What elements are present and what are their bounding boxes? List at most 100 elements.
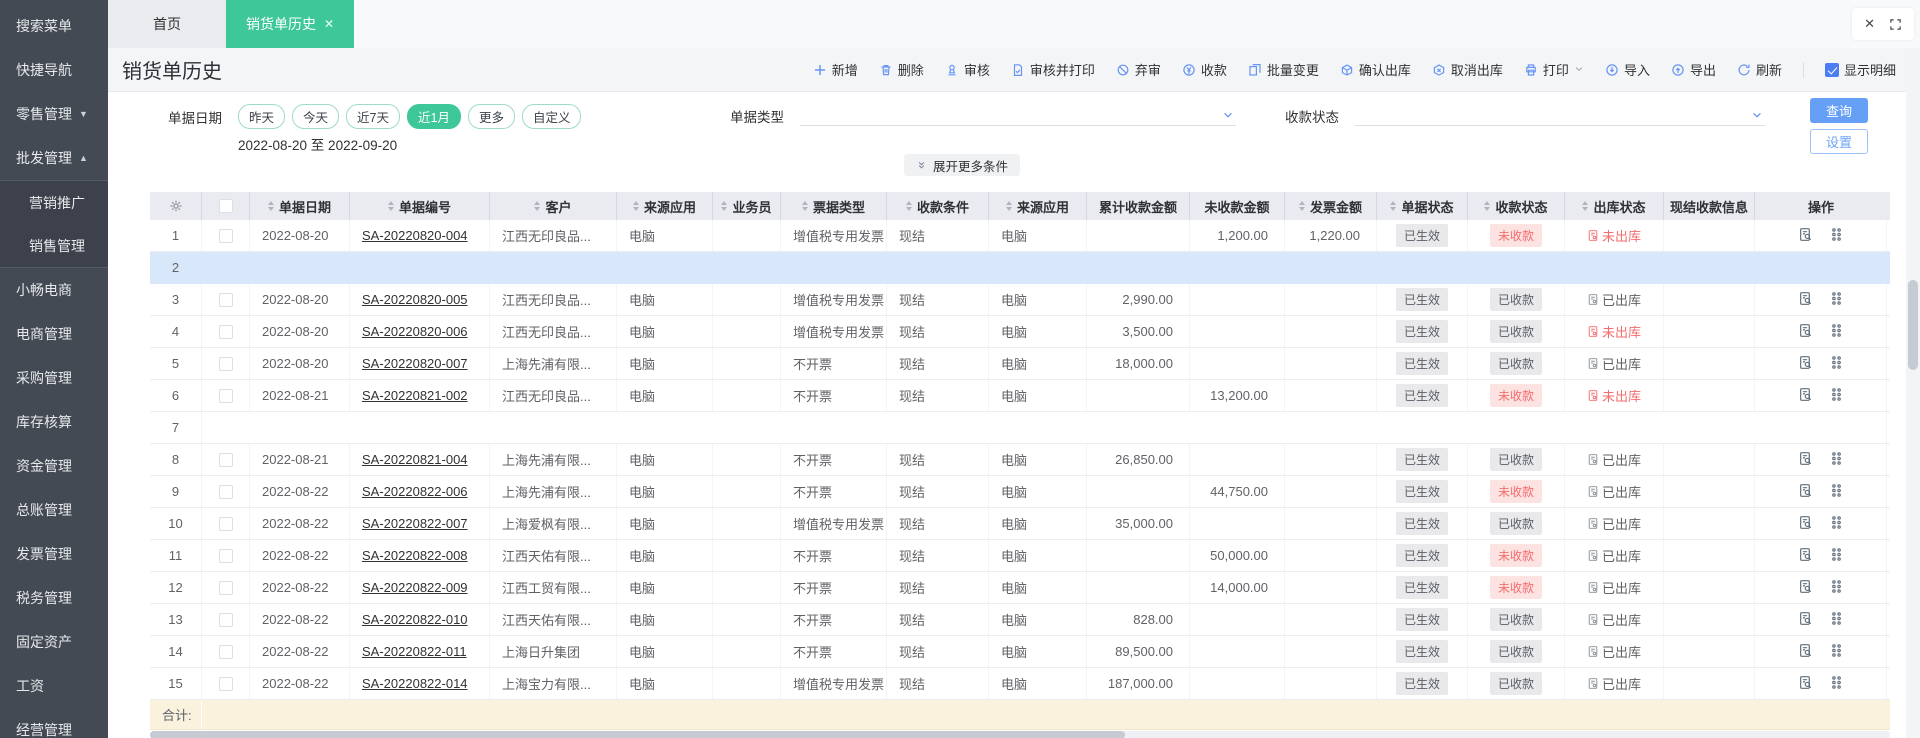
sidebar-item-10[interactable]: 库存核算 <box>0 400 108 444</box>
row-select-cell[interactable] <box>202 668 250 699</box>
order-number-link[interactable]: SA-20220822-011 <box>362 644 467 659</box>
view-detail-icon[interactable] <box>1798 547 1813 565</box>
sidebar-item-1[interactable]: 搜索菜单 <box>0 4 108 48</box>
more-actions-icon[interactable] <box>1829 483 1844 501</box>
date-pill-更多[interactable]: 更多 <box>467 104 515 129</box>
view-detail-icon[interactable] <box>1798 611 1813 629</box>
sidebar-item-11[interactable]: 资金管理 <box>0 444 108 488</box>
cell-operations[interactable] <box>1755 476 1887 507</box>
order-number-link[interactable]: SA-20220820-004 <box>362 228 468 243</box>
view-detail-icon[interactable] <box>1798 579 1813 597</box>
more-actions-icon[interactable] <box>1829 355 1844 373</box>
row-select-cell[interactable] <box>202 540 250 571</box>
cell-doc-no[interactable]: SA-20220822-014 <box>350 668 490 699</box>
cell-operations[interactable] <box>1755 348 1887 379</box>
cell-operations[interactable] <box>1755 316 1887 347</box>
order-number-link[interactable]: SA-20220822-007 <box>362 516 468 531</box>
table-row[interactable]: 12 2022-08-22 SA-20220822-009 江西工贸有限... 电脑 不开… <box>150 572 1890 604</box>
row-select-cell[interactable] <box>202 348 250 379</box>
payment-status-select[interactable] <box>1355 104 1765 126</box>
row-select-cell[interactable] <box>202 476 250 507</box>
show-detail-toggle[interactable]: 显示明细 <box>1824 60 1896 79</box>
view-detail-icon[interactable] <box>1798 675 1813 693</box>
sidebar-item-5[interactable]: 营销推广 <box>0 180 108 224</box>
cell-doc-no[interactable]: SA-20220821-004 <box>350 444 490 475</box>
fullscreen-icon[interactable] <box>1889 18 1902 31</box>
row-checkbox[interactable] <box>218 676 233 691</box>
row-checkbox[interactable] <box>218 516 233 531</box>
table-row[interactable]: 15 2022-08-22 SA-20220822-014 上海宝力有限... 电脑 增值… <box>150 668 1890 700</box>
column-header-14[interactable]: 出库状态 <box>1565 192 1664 220</box>
row-select-cell[interactable] <box>202 284 250 315</box>
more-actions-icon[interactable] <box>1829 547 1844 565</box>
order-number-link[interactable]: SA-20220820-006 <box>362 324 468 339</box>
table-row[interactable]: 11 2022-08-22 SA-20220822-008 江西天佑有限... 电脑 不开… <box>150 540 1890 572</box>
toolbar-button-abandon-audit[interactable]: 弃审 <box>1116 60 1161 79</box>
table-row[interactable]: 7 <box>150 412 1890 444</box>
cell-operations[interactable] <box>1755 444 1887 475</box>
column-header-3[interactable]: 客户 <box>490 192 617 220</box>
column-header-11[interactable]: 发票金额 <box>1285 192 1377 220</box>
cell-operations[interactable] <box>1755 604 1887 635</box>
table-row[interactable]: 10 2022-08-22 SA-20220822-007 上海爱枫有限... 电脑 增值… <box>150 508 1890 540</box>
row-checkbox[interactable] <box>218 292 233 307</box>
cell-operations[interactable] <box>1755 284 1887 315</box>
toolbar-button-refresh[interactable]: 刷新 <box>1737 60 1782 79</box>
row-select-cell[interactable] <box>202 572 250 603</box>
order-number-link[interactable]: SA-20220822-006 <box>362 484 468 499</box>
table-row[interactable]: 2 <box>150 252 1890 284</box>
cell-operations[interactable] <box>1755 508 1887 539</box>
more-actions-icon[interactable] <box>1829 579 1844 597</box>
show-detail-checkbox[interactable] <box>1824 62 1839 77</box>
order-number-link[interactable]: SA-20220821-004 <box>362 452 468 467</box>
order-number-link[interactable]: SA-20220820-007 <box>362 356 468 371</box>
sidebar-item-12[interactable]: 总账管理 <box>0 488 108 532</box>
column-header-4[interactable]: 来源应用 <box>617 192 713 220</box>
table-row[interactable]: 8 2022-08-21 SA-20220821-004 上海先浦有限... 电脑 不开票… <box>150 444 1890 476</box>
cell-operations[interactable] <box>1755 572 1887 603</box>
toolbar-button-plus[interactable]: 新增 <box>813 60 858 79</box>
cell-doc-no[interactable]: SA-20220822-009 <box>350 572 490 603</box>
table-row[interactable]: 5 2022-08-20 SA-20220820-007 上海先浦有限... 电脑 不开票… <box>150 348 1890 380</box>
toolbar-button-export[interactable]: 导出 <box>1671 60 1716 79</box>
select-all-cell[interactable] <box>202 192 250 220</box>
more-actions-icon[interactable] <box>1829 291 1844 309</box>
date-pill-近7天[interactable]: 近7天 <box>346 104 400 129</box>
doc-type-select[interactable] <box>800 104 1236 126</box>
order-number-link[interactable]: SA-20220822-009 <box>362 580 468 595</box>
row-checkbox[interactable] <box>218 548 233 563</box>
order-number-link[interactable]: SA-20220821-002 <box>362 388 468 403</box>
cell-doc-no[interactable]: SA-20220822-006 <box>350 476 490 507</box>
order-number-link[interactable]: SA-20220822-014 <box>362 676 468 691</box>
row-select-cell[interactable] <box>202 604 250 635</box>
toolbar-button-import[interactable]: 导入 <box>1605 60 1650 79</box>
more-actions-icon[interactable] <box>1829 611 1844 629</box>
tab-close-icon[interactable]: ✕ <box>324 17 334 31</box>
cell-doc-no[interactable]: SA-20220820-007 <box>350 348 490 379</box>
toolbar-button-batch-change[interactable]: 批量变更 <box>1248 60 1319 79</box>
column-header-5[interactable]: 业务员 <box>713 192 781 220</box>
row-checkbox[interactable] <box>218 612 233 627</box>
table-row[interactable]: 4 2022-08-20 SA-20220820-006 江西无印良品... 电脑 增值税… <box>150 316 1890 348</box>
row-checkbox[interactable] <box>218 356 233 371</box>
column-header-2[interactable]: 单据编号 <box>350 192 490 220</box>
view-detail-icon[interactable] <box>1798 291 1813 309</box>
more-actions-icon[interactable] <box>1829 515 1844 533</box>
cell-doc-no[interactable]: SA-20220822-011 <box>350 636 490 667</box>
row-checkbox[interactable] <box>218 388 233 403</box>
table-row[interactable]: 13 2022-08-22 SA-20220822-010 江西天佑有限... 电脑 不开… <box>150 604 1890 636</box>
row-checkbox[interactable] <box>218 324 233 339</box>
cell-doc-no[interactable]: SA-20220821-002 <box>350 380 490 411</box>
row-select-cell[interactable] <box>202 380 250 411</box>
sidebar-item-4[interactable]: 批发管理 ▲ <box>0 136 108 180</box>
date-pill-昨天[interactable]: 昨天 <box>238 104 286 129</box>
settings-button[interactable]: 设置 <box>1810 129 1868 154</box>
column-header-12[interactable]: 单据状态 <box>1377 192 1468 220</box>
row-checkbox[interactable] <box>218 644 233 659</box>
sidebar-item-17[interactable]: 经营管理 <box>0 708 108 738</box>
toolbar-button-receive-payment[interactable]: 收款 <box>1182 60 1227 79</box>
sidebar-item-13[interactable]: 发票管理 <box>0 532 108 576</box>
table-row[interactable]: 9 2022-08-22 SA-20220822-006 上海先浦有限... 电脑 不开票… <box>150 476 1890 508</box>
row-checkbox[interactable] <box>218 484 233 499</box>
cell-doc-no[interactable]: SA-20220820-005 <box>350 284 490 315</box>
